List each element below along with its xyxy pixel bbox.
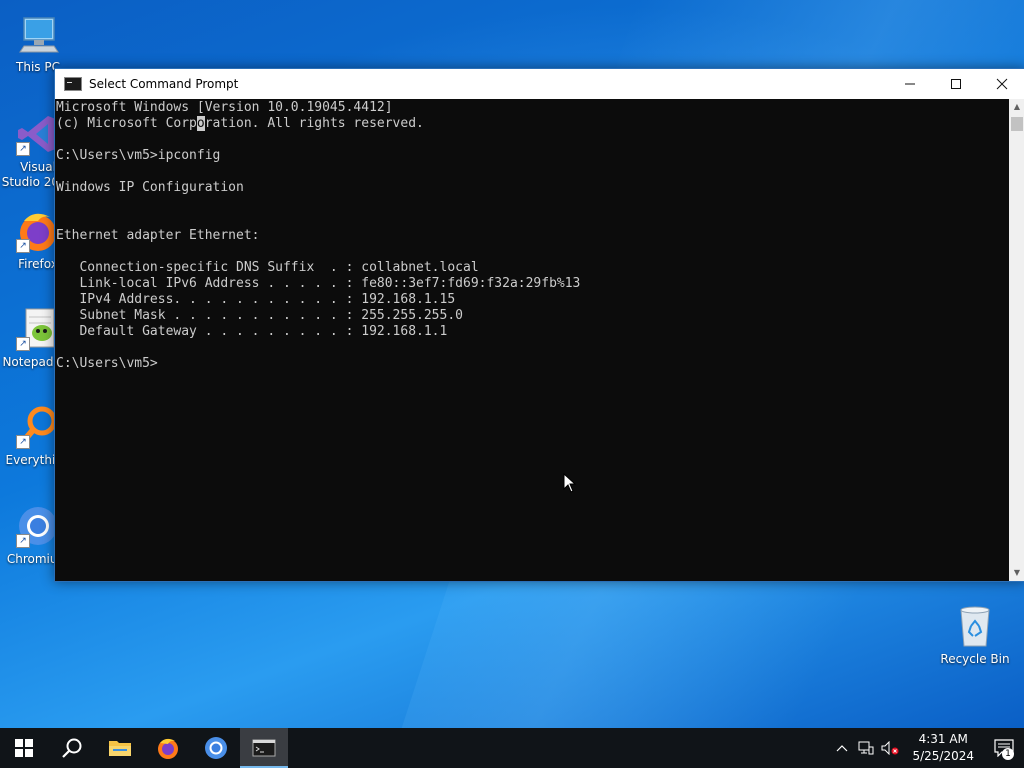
- window-title: Select Command Prompt: [89, 77, 239, 91]
- console-line: Subnet Mask . . . . . . . . . . . : 255.…: [56, 308, 463, 323]
- desktop-icon-this-pc[interactable]: This PC: [0, 10, 76, 75]
- cmd-icon: [64, 77, 82, 91]
- search-icon: [62, 738, 82, 758]
- shortcut-arrow-icon: ↗: [16, 142, 30, 156]
- maximize-button[interactable]: [933, 69, 979, 99]
- window-controls: [887, 69, 1024, 99]
- console-line: Connection-specific DNS Suffix . : colla…: [56, 260, 479, 275]
- notification-count-badge: 1: [1002, 748, 1014, 760]
- vertical-scrollbar[interactable]: ▲ ▼: [1009, 99, 1024, 581]
- maximize-icon: [951, 79, 961, 89]
- taskbar: 4:31 AM 5/25/2024 1: [0, 728, 1024, 768]
- console-line: Default Gateway . . . . . . . . . : 192.…: [56, 324, 448, 339]
- console-line: (c) Microsoft Corporation. All rights re…: [56, 116, 424, 131]
- file-explorer-button[interactable]: [96, 728, 144, 768]
- console-line: Windows IP Configuration: [56, 180, 244, 195]
- console-line: Link-local IPv6 Address . . . . . : fe80…: [56, 276, 581, 291]
- folder-icon: [109, 741, 131, 756]
- network-icon: [858, 741, 874, 755]
- network-button[interactable]: [854, 728, 878, 768]
- shortcut-arrow-icon: ↗: [16, 337, 30, 351]
- command-prompt-taskbar-button[interactable]: [240, 728, 288, 768]
- show-hidden-icons-button[interactable]: [830, 728, 854, 768]
- mouse-pointer-icon: [563, 473, 577, 493]
- chevron-up-icon: [837, 745, 848, 752]
- shortcut-arrow-icon: ↗: [16, 239, 30, 253]
- console-line: IPv4 Address. . . . . . . . . . . : 192.…: [56, 292, 456, 307]
- console-line: C:\Users\vm5>ipconfig: [56, 148, 221, 163]
- scrollbar-thumb[interactable]: [1011, 117, 1023, 131]
- search-button[interactable]: [48, 728, 96, 768]
- start-button[interactable]: [0, 728, 48, 768]
- clock[interactable]: 4:31 AM 5/25/2024: [902, 731, 984, 765]
- desktop-icon-label: Recycle Bin: [940, 652, 1010, 666]
- clock-time: 4:31 AM: [918, 732, 968, 746]
- scroll-down-icon[interactable]: ▼: [1009, 565, 1024, 581]
- windows-logo-icon: [15, 739, 33, 757]
- recycle-bin-icon: [951, 602, 999, 650]
- minimize-icon: [905, 83, 915, 85]
- command-prompt-window[interactable]: Select Command Prompt Microsoft Windows …: [54, 68, 1024, 582]
- firefox-icon: [158, 738, 178, 759]
- selection-cursor: o: [196, 116, 205, 131]
- desktop-icon-recycle-bin[interactable]: Recycle Bin: [937, 602, 1013, 667]
- clock-date: 5/25/2024: [912, 749, 974, 763]
- shortcut-arrow-icon: ↗: [16, 435, 30, 449]
- system-tray: 4:31 AM 5/25/2024 1: [830, 728, 1024, 768]
- minimize-button[interactable]: [887, 69, 933, 99]
- action-center-button[interactable]: 1: [984, 728, 1024, 768]
- close-icon: [996, 78, 1008, 90]
- console-line: C:\Users\vm5>: [56, 356, 158, 371]
- volume-button[interactable]: [878, 728, 902, 768]
- volume-muted-icon: [881, 741, 899, 755]
- scroll-up-icon[interactable]: ▲: [1009, 99, 1024, 115]
- console-line: Ethernet adapter Ethernet:: [56, 228, 260, 243]
- title-bar[interactable]: Select Command Prompt: [55, 69, 1024, 99]
- chromium-icon: [205, 737, 227, 759]
- close-button[interactable]: [979, 69, 1024, 99]
- chromium-taskbar-button[interactable]: [192, 728, 240, 768]
- firefox-taskbar-button[interactable]: [144, 728, 192, 768]
- console-output[interactable]: Microsoft Windows [Version 10.0.19045.44…: [55, 99, 1009, 581]
- shortcut-arrow-icon: ↗: [16, 534, 30, 548]
- computer-icon: [14, 10, 62, 58]
- console-line: Microsoft Windows [Version 10.0.19045.44…: [56, 100, 393, 115]
- cmd-icon: [252, 739, 276, 757]
